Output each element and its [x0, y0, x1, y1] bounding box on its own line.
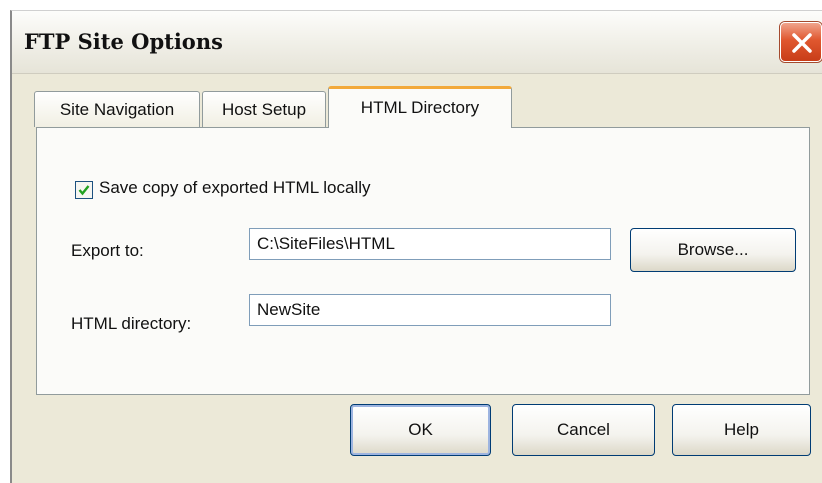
tab-html-directory[interactable]: HTML Directory: [328, 86, 512, 128]
tab-site-navigation[interactable]: Site Navigation: [34, 91, 200, 127]
title-bar[interactable]: FTP Site Options: [12, 11, 822, 74]
export-to-field[interactable]: C:\SiteFiles\HTML: [249, 228, 611, 260]
ok-button[interactable]: OK: [350, 404, 491, 456]
close-button[interactable]: [780, 22, 822, 62]
tab-label: Host Setup: [221, 100, 307, 119]
save-copy-label[interactable]: Save copy of exported HTML locally: [99, 178, 371, 198]
cancel-button[interactable]: Cancel: [512, 404, 655, 456]
html-directory-label: HTML directory:: [71, 314, 192, 333]
close-icon: [792, 33, 812, 53]
tab-host-setup[interactable]: Host Setup: [202, 91, 326, 127]
html-directory-panel: Save copy of exported HTML locally Expor…: [36, 127, 810, 395]
save-copy-checkbox[interactable]: [75, 181, 93, 199]
browse-button[interactable]: Browse...: [630, 228, 796, 272]
help-button[interactable]: Help: [672, 404, 811, 456]
window-title: FTP Site Options: [24, 29, 223, 54]
tab-label: Site Navigation: [59, 100, 175, 119]
export-to-label: Export to:: [71, 241, 144, 260]
tab-label: HTML Directory: [360, 98, 480, 117]
html-directory-field[interactable]: NewSite: [249, 294, 611, 326]
dialog-window: FTP Site Options Site Navigation Host Se…: [10, 10, 822, 483]
checkmark-icon: [78, 185, 90, 196]
